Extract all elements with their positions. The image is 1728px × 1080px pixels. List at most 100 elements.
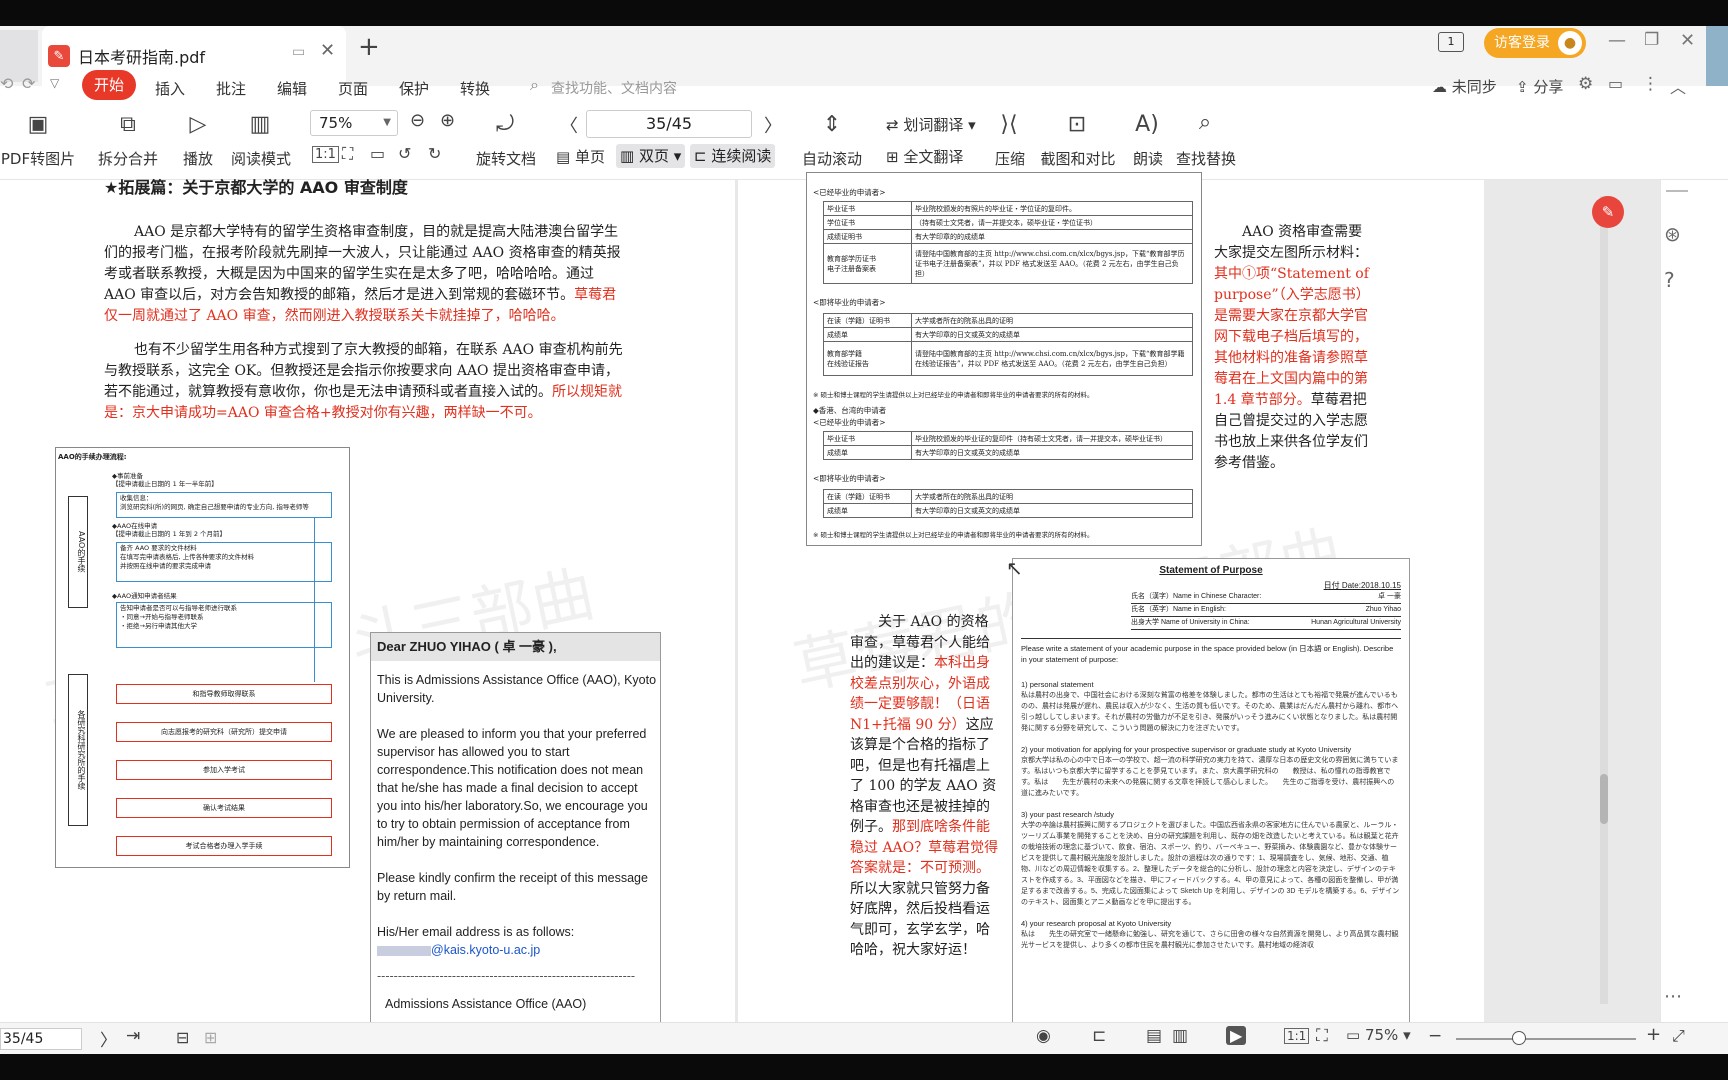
- status-actual-size-icon[interactable]: 1:1: [1284, 1028, 1310, 1044]
- hk-graduated-label: <已经毕业的申请者>: [813, 418, 886, 427]
- rotate-document-button[interactable]: 旋转文档: [474, 148, 538, 169]
- play-button[interactable]: 播放: [178, 148, 218, 169]
- menu-annotate[interactable]: 批注: [216, 78, 246, 99]
- zoom-in-icon[interactable]: ⊕: [440, 110, 455, 131]
- status-zoom-select[interactable]: ▭ 75% ▾: [1346, 1026, 1411, 1044]
- read-mode-button[interactable]: 阅读模式: [228, 148, 294, 169]
- status-back-icon[interactable]: ⊟: [176, 1028, 189, 1047]
- close-window-icon[interactable]: ✕: [1680, 30, 1695, 51]
- zoom-out-icon[interactable]: ⊖: [410, 110, 425, 131]
- fullscreen-icon[interactable]: ⤢: [1672, 1026, 1685, 1046]
- statement-of-purpose: Statement of Purpose 日付 Date:2018.10.15 …: [1012, 558, 1410, 1028]
- close-tab-icon[interactable]: ✕: [320, 40, 335, 61]
- scrollbar-thumb[interactable]: [1600, 774, 1608, 824]
- status-continuous-icon[interactable]: ⊏: [1092, 1026, 1106, 1046]
- single-page-button[interactable]: ▤ 单页: [556, 146, 605, 167]
- letter-signature: Admissions Assistance Office (AAO): [385, 997, 587, 1011]
- image-icon: ▣: [27, 112, 49, 137]
- note-1: ※ 硕士和博士课程的学生请提供以上对已经毕业的申请者和即将毕业的申请者要求的所有…: [813, 391, 1094, 399]
- menu-edit[interactable]: 编辑: [277, 78, 307, 99]
- status-forward-icon[interactable]: ⊞: [204, 1028, 217, 1047]
- status-next-page-icon[interactable]: 〉: [100, 1026, 117, 1051]
- redo-icon[interactable]: ⟳: [22, 74, 35, 93]
- status-double-icon[interactable]: ▥: [1172, 1026, 1188, 1046]
- sop-section-3: 3) your past research /study: [1021, 810, 1114, 819]
- sidebar-more-icon[interactable]: ⋯: [1664, 986, 1682, 1007]
- sop-field-label: 氏名（漢字）Name in Chinese Character:: [1131, 593, 1262, 600]
- status-zoom-out-icon[interactable]: −: [1428, 1026, 1442, 1046]
- zoom-slider[interactable]: [1456, 1038, 1636, 1040]
- status-page-input[interactable]: 35/45: [0, 1028, 82, 1050]
- flow-red-1: 和指导教师取得联系: [116, 684, 332, 704]
- scrollbar-track[interactable]: [1600, 196, 1608, 1004]
- t1-r2-c1: 学位证书: [823, 215, 912, 230]
- right-sidebar: [1660, 180, 1728, 1022]
- auto-scroll-icon: ⇕: [822, 112, 842, 137]
- status-zoom-value: 75%: [1364, 1026, 1399, 1044]
- advice-text: 关于 AAO 的资格审查，草莓君个人能给出的建议是：本科出身校差点别灰心，外语成…: [850, 612, 1000, 961]
- aao-flowchart: AAO的手续办理流程: AAO的手续 各研究科研究所的手续 ◆事前准备 【提申请…: [55, 447, 350, 868]
- rotate-left-icon[interactable]: ↺: [398, 144, 411, 163]
- menu-insert[interactable]: 插入: [155, 78, 185, 99]
- double-page-button[interactable]: ▥ 双页 ▾: [616, 144, 686, 168]
- share-button[interactable]: ⇪ 分享: [1516, 76, 1563, 97]
- continuous-read-button[interactable]: ⊏ 连续阅读: [690, 144, 776, 168]
- letter-email: @kais.kyoto-u.ac.jp: [431, 943, 541, 957]
- status-single-icon[interactable]: ▤: [1146, 1026, 1162, 1046]
- t2-r3-c1: 教育部学籍 在线验证报告: [823, 341, 912, 376]
- settings-icon[interactable]: ⚙: [1578, 74, 1593, 94]
- read-tool-icon[interactable]: ⊛: [1664, 222, 1681, 246]
- menu-convert[interactable]: 转换: [460, 78, 490, 99]
- eye-protection-icon[interactable]: ◉: [1036, 1026, 1051, 1046]
- find-replace-button[interactable]: 查找替换: [1174, 148, 1238, 169]
- screenshot-compare-button[interactable]: 截图和对比: [1038, 148, 1118, 169]
- feature-search-input[interactable]: 查找功能、文档内容: [551, 78, 677, 98]
- pdf-edit-floating-icon[interactable]: ✎: [1592, 196, 1624, 228]
- fit-width-icon[interactable]: ▭: [370, 144, 385, 163]
- next-page-icon[interactable]: 〉: [764, 112, 782, 138]
- flow-box-notify: 告知申请者是否可以与指导老师进行联系 ・同意→开始与指导老师联系 ・拒绝→另行申…: [116, 602, 332, 648]
- restore-icon[interactable]: ❐: [1644, 30, 1659, 50]
- comment-icon[interactable]: ▭: [1608, 74, 1623, 93]
- full-translate-button[interactable]: ⊞ 全文翻译: [886, 146, 963, 167]
- t1-r1-c2: 毕业院校颁发的有照片的毕业证・学位证的复印件。: [911, 201, 1193, 216]
- viewer-background: [1484, 180, 1660, 1022]
- auto-scroll-button[interactable]: 自动滚动: [792, 148, 872, 169]
- split-merge-button[interactable]: 拆分合并: [90, 148, 166, 169]
- help-icon[interactable]: ?: [1664, 268, 1675, 292]
- login-button[interactable]: 访客登录 ●: [1484, 28, 1586, 58]
- minimize-icon[interactable]: —: [1608, 30, 1626, 51]
- new-tab-button[interactable]: +: [358, 32, 380, 62]
- word-translate-button[interactable]: ⇄ 划词翻译 ▾: [886, 114, 976, 135]
- status-zoom-in-icon[interactable]: +: [1646, 1024, 1661, 1045]
- fit-page-icon[interactable]: ⛶: [342, 144, 353, 164]
- letter-confirm: Please kindly confirm the receipt of thi…: [377, 871, 648, 903]
- letter-email-label: His/Her email address is as follows:: [377, 925, 575, 939]
- actual-size-icon[interactable]: 1:1: [312, 146, 339, 163]
- more-icon[interactable]: ⋮: [1642, 74, 1659, 94]
- zoom-slider-thumb[interactable]: [1512, 1031, 1526, 1045]
- multi-window-icon[interactable]: 1: [1438, 32, 1464, 52]
- read-aloud-button[interactable]: 朗读: [1128, 148, 1168, 169]
- quick-menu-icon[interactable]: ▽: [50, 76, 59, 90]
- menu-page[interactable]: 页面: [338, 78, 368, 99]
- rotate-right-icon[interactable]: ↻: [428, 144, 441, 163]
- previous-page-icon[interactable]: 〈: [560, 112, 578, 138]
- menu-protect[interactable]: 保护: [399, 78, 429, 99]
- status-last-page-icon[interactable]: ⇥: [126, 1026, 140, 1046]
- status-fit-page-icon[interactable]: ⛶: [1316, 1026, 1328, 1046]
- pdf-to-image-button[interactable]: PDF转图片: [0, 148, 76, 169]
- sync-status[interactable]: ☁ 未同步: [1432, 76, 1497, 97]
- side-note: AAO 资格审查需要大家提交左图所示材料： 其中①项“Statement of p…: [1214, 222, 1374, 474]
- status-play-icon[interactable]: ▶: [1226, 1026, 1247, 1045]
- collapse-ribbon-icon[interactable]: ︿: [1670, 74, 1686, 98]
- pin-tab-icon[interactable]: ▭: [292, 44, 305, 60]
- zoom-select[interactable]: 75% ▼: [310, 110, 398, 136]
- t3-r2-c1: 成绩单: [823, 445, 912, 460]
- page-number-input[interactable]: 35/45: [586, 110, 752, 138]
- required-documents-table: <已经毕业的申请者> 毕业证书 毕业院校颁发的有照片的毕业证・学位证的复印件。 学…: [806, 172, 1202, 546]
- menu-start[interactable]: 开始: [82, 70, 136, 100]
- compress-button[interactable]: 压缩: [990, 148, 1030, 169]
- compress-icon: ⟩⟨: [1000, 112, 1018, 137]
- undo-icon[interactable]: ⟲: [0, 74, 13, 93]
